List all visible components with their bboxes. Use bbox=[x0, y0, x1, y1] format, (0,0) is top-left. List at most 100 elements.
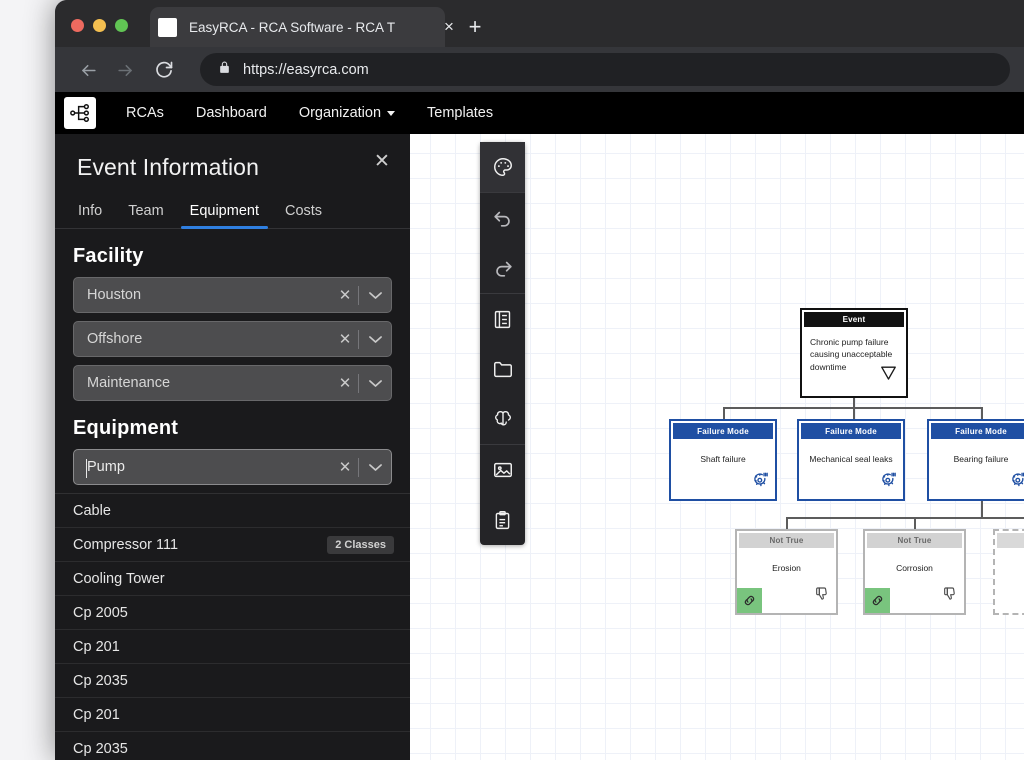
list-item[interactable]: Cp 2035 bbox=[55, 732, 410, 760]
tab-favicon-icon bbox=[158, 17, 177, 37]
tab-team[interactable]: Team bbox=[115, 198, 176, 228]
facility-select-2-value: Offshore bbox=[87, 331, 143, 347]
toolbar-group-attachments bbox=[480, 445, 525, 545]
chevron-down-icon[interactable] bbox=[359, 463, 391, 472]
panel-tabs: Info Team Equipment Costs bbox=[55, 198, 410, 229]
page-title: Event Information bbox=[77, 154, 259, 180]
app-body: Event Information ✕ Info Team Equipment … bbox=[55, 134, 1024, 760]
facility-select-1-value: Houston bbox=[87, 287, 142, 303]
lock-icon bbox=[218, 60, 231, 80]
chevron-down-icon[interactable] bbox=[359, 379, 391, 388]
chevron-down-icon[interactable] bbox=[359, 291, 391, 300]
new-tab-button[interactable]: + bbox=[464, 16, 486, 39]
back-arrow-icon[interactable] bbox=[75, 57, 101, 83]
reload-icon[interactable] bbox=[151, 57, 177, 83]
equipment-search-input[interactable]: Pump ✕ bbox=[73, 449, 392, 485]
gear-icon[interactable] bbox=[1010, 471, 1024, 493]
list-item-label: Cp 2035 bbox=[73, 672, 128, 689]
toolbar-group-theme bbox=[480, 142, 525, 193]
brain-icon[interactable] bbox=[480, 394, 525, 444]
nav-item-templates[interactable]: Templates bbox=[411, 105, 509, 121]
close-panel-button[interactable]: ✕ bbox=[372, 152, 392, 172]
chevron-down-icon[interactable] bbox=[359, 335, 391, 344]
chevron-down-icon bbox=[387, 110, 396, 116]
list-item[interactable]: Cp 2005 bbox=[55, 596, 410, 630]
node-body: Shaft failure bbox=[671, 439, 775, 465]
clear-icon[interactable]: ✕ bbox=[332, 330, 358, 348]
list-item-label: Cooling Tower bbox=[73, 570, 165, 587]
folder-icon[interactable] bbox=[480, 344, 525, 394]
nav-item-rcas[interactable]: RCAs bbox=[110, 105, 180, 121]
clear-icon[interactable]: ✕ bbox=[332, 286, 358, 304]
window-controls bbox=[71, 19, 128, 32]
node-text: Corrosion bbox=[896, 563, 933, 573]
undo-icon[interactable] bbox=[480, 193, 525, 243]
facility-select-2[interactable]: Offshore ✕ bbox=[73, 321, 392, 357]
close-window-button[interactable] bbox=[71, 19, 84, 32]
node-header: Event bbox=[804, 312, 904, 327]
status-badge: 2 Classes bbox=[327, 535, 394, 554]
maximize-window-button[interactable] bbox=[115, 19, 128, 32]
list-item[interactable]: Cp 201 bbox=[55, 630, 410, 664]
minimize-window-button[interactable] bbox=[93, 19, 106, 32]
diagram-node-failure-mode[interactable]: Failure Mode Mechanical seal leaks bbox=[797, 419, 905, 501]
tab-title: EasyRCA - RCA Software - RCA T bbox=[189, 19, 396, 35]
forward-arrow-icon[interactable] bbox=[112, 57, 138, 83]
address-bar[interactable]: https://easyrca.com bbox=[200, 53, 1010, 86]
diagram-node-hypothesis-placeholder[interactable]: Not True Overload bbox=[993, 529, 1024, 615]
thumbs-down-icon[interactable] bbox=[942, 586, 958, 607]
nav-item-label: Templates bbox=[427, 105, 494, 121]
list-item[interactable]: Cp 201 bbox=[55, 698, 410, 732]
list-item[interactable]: Cooling Tower bbox=[55, 562, 410, 596]
list-item[interactable]: Cp 2035 bbox=[55, 664, 410, 698]
diagram-node-failure-mode[interactable]: Failure Mode Bearing failure bbox=[927, 419, 1024, 501]
nav-item-label: RCAs bbox=[126, 105, 164, 121]
facility-heading: Facility bbox=[73, 245, 144, 267]
diagram-node-event[interactable]: Event Chronic pump failure causing unacc… bbox=[800, 308, 908, 398]
toolbar-group-content bbox=[480, 294, 525, 445]
gear-icon[interactable] bbox=[880, 471, 897, 493]
easyrca-logo-icon[interactable] bbox=[64, 97, 96, 129]
node-text: Shaft failure bbox=[700, 454, 746, 464]
connector bbox=[853, 398, 855, 420]
gear-icon[interactable] bbox=[752, 471, 769, 493]
panel-header: Event Information ✕ bbox=[55, 134, 410, 181]
clipboard-icon[interactable] bbox=[480, 495, 525, 545]
funnel-icon[interactable] bbox=[879, 364, 898, 388]
node-header: Failure Mode bbox=[801, 423, 901, 439]
list-item-label: Compressor 111 bbox=[73, 536, 179, 553]
thumbs-down-icon[interactable] bbox=[814, 586, 830, 607]
nav-item-organization[interactable]: Organization bbox=[283, 105, 411, 121]
list-item[interactable]: Compressor 111 2 Classes bbox=[55, 528, 410, 562]
browser-navbar: https://easyrca.com bbox=[55, 47, 1024, 92]
list-item-label: Cp 201 bbox=[73, 638, 120, 655]
link-icon[interactable] bbox=[737, 588, 762, 613]
notebook-icon[interactable] bbox=[480, 294, 525, 344]
palette-icon[interactable] bbox=[480, 142, 525, 192]
node-body: Overload bbox=[995, 548, 1024, 574]
tab-equipment[interactable]: Equipment bbox=[177, 198, 272, 229]
nav-item-label: Organization bbox=[298, 105, 382, 121]
close-tab-button[interactable]: × bbox=[440, 18, 458, 36]
image-icon[interactable] bbox=[480, 445, 525, 495]
facility-select-3[interactable]: Maintenance ✕ bbox=[73, 365, 392, 401]
diagram-node-failure-mode[interactable]: Failure Mode Shaft failure bbox=[669, 419, 777, 501]
list-item-label: Cp 2005 bbox=[73, 604, 128, 621]
facility-select-1[interactable]: Houston ✕ bbox=[73, 277, 392, 313]
clear-icon[interactable]: ✕ bbox=[332, 458, 358, 476]
facility-section: Facility Houston ✕ Offshore ✕ Maintenanc… bbox=[55, 245, 410, 401]
tab-costs[interactable]: Costs bbox=[272, 198, 335, 228]
clear-icon[interactable]: ✕ bbox=[332, 374, 358, 392]
node-header: Not True bbox=[997, 533, 1024, 548]
diagram-node-hypothesis[interactable]: Not True Erosion bbox=[735, 529, 838, 615]
nav-item-dashboard[interactable]: Dashboard bbox=[180, 105, 283, 121]
node-body: Erosion bbox=[737, 548, 836, 574]
node-body: Bearing failure bbox=[929, 439, 1024, 465]
browser-tab[interactable]: EasyRCA - RCA Software - RCA T × bbox=[150, 7, 454, 47]
tab-info[interactable]: Info bbox=[65, 198, 115, 228]
diagram-node-hypothesis[interactable]: Not True Corrosion bbox=[863, 529, 966, 615]
link-icon[interactable] bbox=[865, 588, 890, 613]
list-item[interactable]: Cable bbox=[55, 494, 410, 528]
rca-diagram-canvas[interactable]: Event Chronic pump failure causing unacc… bbox=[410, 134, 1024, 760]
redo-icon[interactable] bbox=[480, 243, 525, 293]
